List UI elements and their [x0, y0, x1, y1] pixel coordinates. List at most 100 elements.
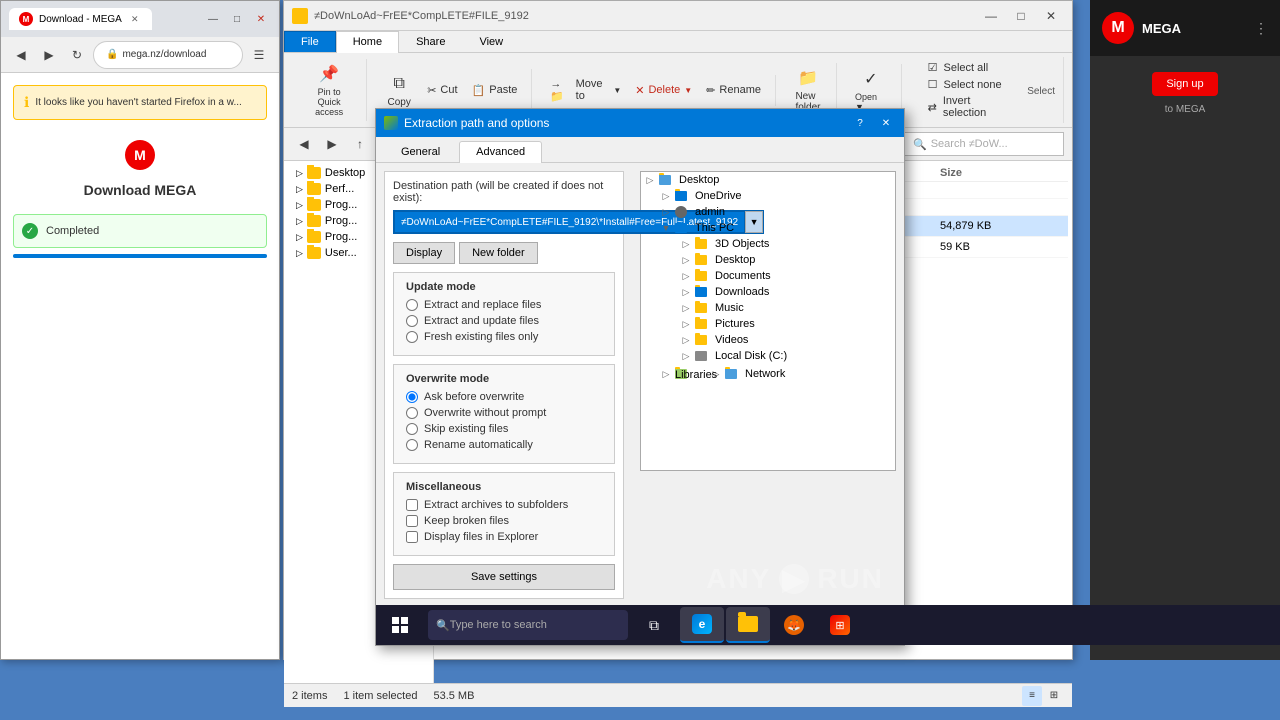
- dialog-tab-advanced[interactable]: Advanced: [459, 141, 542, 163]
- tree-node-pictures[interactable]: ▷ Pictures: [641, 316, 895, 332]
- update-mode-update[interactable]: Extract and update files: [406, 315, 602, 327]
- expand-icon[interactable]: ▷: [661, 191, 671, 201]
- browser-tab[interactable]: M Download - MEGA ✕: [9, 8, 152, 30]
- expand-icon[interactable]: ▷: [681, 351, 691, 361]
- taskbar-explorer[interactable]: [726, 607, 770, 643]
- explorer-maximize[interactable]: □: [1008, 3, 1034, 29]
- update-mode-fresh[interactable]: Fresh existing files only: [406, 331, 602, 343]
- nav-up[interactable]: ↑: [348, 132, 372, 156]
- signup-button[interactable]: Sign up: [1152, 72, 1217, 96]
- view-details-button[interactable]: ≡: [1022, 686, 1042, 706]
- overwrite-radio-skip[interactable]: [406, 423, 418, 435]
- taskbar-firefox[interactable]: 🦊: [772, 607, 816, 643]
- taskbar-app[interactable]: ⊞: [818, 607, 862, 643]
- refresh-button[interactable]: ↻: [65, 43, 89, 67]
- expand-icon[interactable]: ▷: [681, 335, 691, 345]
- overwrite-ask[interactable]: Ask before overwrite: [406, 391, 602, 403]
- tree-node-music[interactable]: ▷ Music: [641, 300, 895, 316]
- update-radio-update[interactable]: [406, 315, 418, 327]
- user-icon: [675, 206, 687, 218]
- expand-icon[interactable]: ▼: [661, 223, 671, 233]
- taskbar-edge[interactable]: e: [680, 607, 724, 643]
- dialog-tab-general[interactable]: General: [384, 141, 457, 162]
- browser-tab-close[interactable]: ✕: [128, 12, 142, 26]
- ribbon-tab-view[interactable]: View: [462, 31, 520, 52]
- explorer-titlebar: ≠DoWnLoAd~FrEE*CompLETE#FILE_9192 — □ ✕: [284, 1, 1072, 31]
- expand-icon[interactable]: ▷: [661, 207, 671, 217]
- nav-forward[interactable]: ▶: [320, 132, 344, 156]
- invert-selection-button[interactable]: ⇄ Invert selection: [922, 93, 1018, 121]
- overwrite-without-prompt[interactable]: Overwrite without prompt: [406, 407, 602, 419]
- misc-display-explorer[interactable]: Display files in Explorer: [406, 531, 602, 543]
- expand-icon[interactable]: ▷: [681, 255, 691, 265]
- misc-keep-broken[interactable]: Keep broken files: [406, 515, 602, 527]
- expand-icon[interactable]: ▷: [681, 239, 691, 249]
- expand-icon[interactable]: ▷: [681, 287, 691, 297]
- overwrite-radio-ask[interactable]: [406, 391, 418, 403]
- misc-extract-subfolders[interactable]: Extract archives to subfolders: [406, 499, 602, 511]
- task-view-button[interactable]: ⧉: [632, 607, 676, 643]
- dest-path-dropdown[interactable]: ▼: [745, 211, 763, 233]
- explorer-search-bar[interactable]: 🔍 Search ≠DoW...: [904, 132, 1064, 156]
- delete-button[interactable]: ✕ Delete ▼: [629, 81, 698, 100]
- new-folder-button[interactable]: New folder: [459, 242, 538, 264]
- tree-node-desktop[interactable]: ▷ Desktop: [641, 172, 895, 188]
- browser-close[interactable]: ✕: [251, 9, 271, 29]
- settings-button[interactable]: ☰: [247, 43, 271, 67]
- tree-node-admin[interactable]: ▷ admin: [641, 204, 895, 220]
- update-mode-replace[interactable]: Extract and replace files: [406, 299, 602, 311]
- tree-node-onedrive[interactable]: ▷ OneDrive: [641, 188, 895, 204]
- forward-button[interactable]: ▶: [37, 43, 61, 67]
- paste-button[interactable]: 📋 Paste: [466, 81, 524, 100]
- cut-button[interactable]: ✂ Cut: [421, 81, 463, 100]
- expand-icon[interactable]: ▷: [681, 303, 691, 313]
- overwrite-radio-rename[interactable]: [406, 439, 418, 451]
- misc-checkbox-broken[interactable]: [406, 515, 418, 527]
- tree-node-libraries[interactable]: ▷ Libraries ▷ Network: [641, 364, 895, 384]
- dest-path-input[interactable]: ≠DoWnLoAd~FrEE*CompLETE#FILE_9192\*Insta…: [394, 211, 745, 233]
- copy-button[interactable]: ⧉ Copy: [379, 69, 419, 112]
- mega-options-button[interactable]: ⋮: [1254, 20, 1268, 37]
- overwrite-rename[interactable]: Rename automatically: [406, 439, 602, 451]
- view-tiles-button[interactable]: ⊞: [1044, 686, 1064, 706]
- tree-node-downloads[interactable]: ▷ Downloads: [641, 284, 895, 300]
- explorer-minimize[interactable]: —: [978, 3, 1004, 29]
- expand-icon[interactable]: ▷: [681, 271, 691, 281]
- dialog-help-button[interactable]: ?: [850, 113, 870, 133]
- ribbon-tab-share[interactable]: Share: [399, 31, 462, 52]
- display-button[interactable]: Display: [393, 242, 455, 264]
- update-radio-fresh[interactable]: [406, 331, 418, 343]
- tree-node-desktop-sub[interactable]: ▷ Desktop: [641, 252, 895, 268]
- save-settings-button[interactable]: Save settings: [393, 564, 615, 590]
- expand-icon[interactable]: ▷: [681, 319, 691, 329]
- tree-node-documents[interactable]: ▷ Documents: [641, 268, 895, 284]
- ribbon-tabs: File Home Share View: [284, 31, 1072, 53]
- overwrite-radio-noprompt[interactable]: [406, 407, 418, 419]
- address-bar[interactable]: 🔒 mega.nz/download: [93, 41, 243, 69]
- misc-checkbox-subfolders[interactable]: [406, 499, 418, 511]
- browser-minimize[interactable]: —: [203, 9, 223, 29]
- expand-icon[interactable]: ▷: [645, 175, 655, 185]
- explorer-close[interactable]: ✕: [1038, 3, 1064, 29]
- select-all-button[interactable]: ☑ Select all: [922, 59, 1018, 76]
- move-to-button[interactable]: →📁 Move to ▼: [544, 75, 627, 106]
- dialog-close-button[interactable]: ✕: [876, 113, 896, 133]
- select-none-button[interactable]: ☐ Select none: [922, 76, 1018, 93]
- tree-node-localdisk[interactable]: ▷ Local Disk (C:): [641, 348, 895, 364]
- update-radio-replace[interactable]: [406, 299, 418, 311]
- open-icon: ✓: [860, 68, 882, 90]
- ribbon-tab-home[interactable]: Home: [336, 31, 399, 53]
- start-button[interactable]: [376, 605, 424, 645]
- ribbon-tab-file[interactable]: File: [284, 31, 336, 52]
- taskbar-search[interactable]: 🔍 Type here to search: [428, 610, 628, 640]
- pin-quickaccess-button[interactable]: 📌 Pin to Quickaccess: [300, 59, 358, 121]
- expand-icon[interactable]: ▷: [661, 369, 671, 379]
- browser-maximize[interactable]: □: [227, 9, 247, 29]
- back-button[interactable]: ◀: [9, 43, 33, 67]
- nav-back[interactable]: ◀: [292, 132, 316, 156]
- overwrite-skip[interactable]: Skip existing files: [406, 423, 602, 435]
- rename-button[interactable]: ✏ Rename: [700, 81, 767, 100]
- misc-checkbox-explorer[interactable]: [406, 531, 418, 543]
- tree-node-3dobjects[interactable]: ▷ 3D Objects: [641, 236, 895, 252]
- tree-node-videos[interactable]: ▷ Videos: [641, 332, 895, 348]
